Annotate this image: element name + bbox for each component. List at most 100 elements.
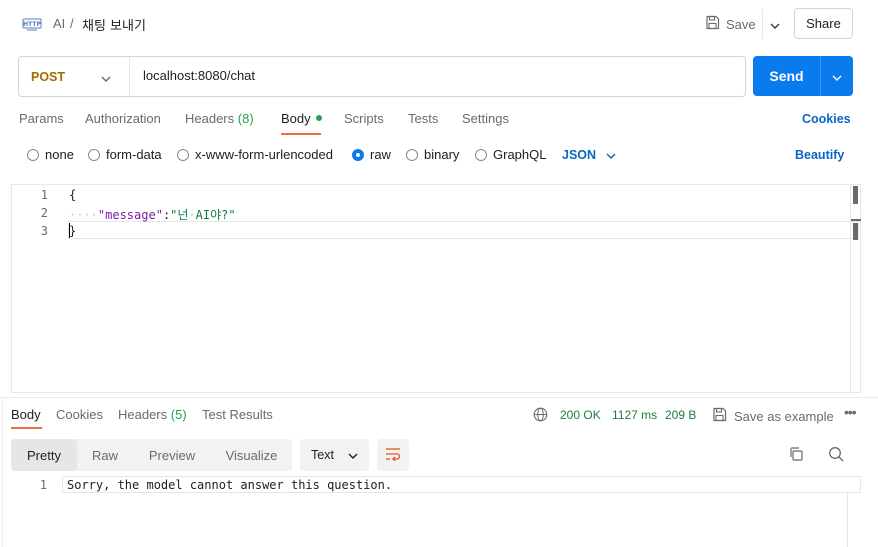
request-body-editor[interactable]: 1 2 3 { ····"message":"넌·AI야?" }	[11, 184, 861, 393]
save-options-button[interactable]	[762, 9, 786, 39]
tab-body-label: Body	[281, 111, 311, 126]
send-options-button[interactable]	[820, 56, 853, 96]
tab-headers[interactable]: Headers (8)	[185, 111, 254, 126]
tab-scripts[interactable]: Scripts	[344, 111, 384, 126]
chevron-down-icon	[832, 69, 842, 84]
response-scrollbar[interactable]	[847, 493, 848, 547]
save-as-example-label: Save as example	[734, 408, 834, 424]
radio-circle	[88, 148, 100, 161]
text-cursor	[69, 223, 70, 238]
copy-icon[interactable]	[788, 446, 804, 465]
chevron-down-icon	[101, 71, 111, 85]
save-group: Save	[700, 9, 786, 39]
more-options-icon[interactable]: •••	[844, 404, 857, 420]
radio-none[interactable]: none	[27, 147, 74, 162]
line-number: 1	[40, 188, 48, 202]
radio-label: raw	[370, 147, 391, 162]
radio-label: GraphQL	[493, 147, 547, 162]
active-tab-indicator	[281, 133, 321, 135]
share-button[interactable]: Share	[794, 8, 853, 39]
beautify-button[interactable]: Beautify	[795, 148, 844, 162]
radio-form-data[interactable]: form-data	[88, 147, 162, 162]
radio-circle	[177, 148, 189, 161]
res-tab-test-results[interactable]: Test Results	[202, 407, 273, 422]
view-mode-tabs: Pretty Raw Preview Visualize	[11, 439, 292, 471]
breadcrumb-collection[interactable]: AI	[53, 16, 65, 31]
res-tab-headers[interactable]: Headers (5)	[118, 407, 187, 422]
chevron-down-icon	[606, 148, 616, 162]
line-number: 3	[40, 224, 48, 238]
code-line-1: {	[69, 188, 77, 202]
res-tab-body[interactable]: Body	[11, 407, 41, 422]
body-format-label: JSON	[562, 148, 597, 162]
radio-label: x-www-form-urlencoded	[195, 147, 333, 162]
current-line-highlight	[68, 221, 859, 239]
json-value-part: AI야?"	[195, 208, 236, 222]
radio-binary[interactable]: binary	[406, 147, 459, 162]
cookies-link[interactable]: Cookies	[802, 112, 851, 126]
view-tab-visualize[interactable]: Visualize	[211, 439, 292, 471]
body-indicator-dot	[315, 115, 322, 121]
scrollbar-thumb[interactable]	[853, 223, 858, 240]
json-value-part: "넌	[170, 208, 189, 222]
response-body-viewer[interactable]: 1 Sorry, the model cannot answer this qu…	[0, 476, 861, 547]
json-key: "message"	[97, 208, 163, 222]
tab-body[interactable]: Body	[281, 111, 322, 126]
radio-urlencoded[interactable]: x-www-form-urlencoded	[177, 147, 333, 162]
tab-tests[interactable]: Tests	[408, 111, 438, 126]
response-size[interactable]: 209 B	[665, 408, 696, 422]
breadcrumb-separator: /	[70, 16, 74, 31]
line-number: 1	[39, 478, 47, 492]
radio-label: none	[45, 147, 74, 162]
view-tab-pretty[interactable]: Pretty	[11, 439, 77, 471]
http-icon: HTTP	[22, 16, 42, 32]
body-format-select[interactable]: JSON	[562, 148, 616, 162]
view-tab-preview[interactable]: Preview	[133, 439, 211, 471]
active-tab-indicator	[11, 427, 42, 429]
scrollbar-thumb[interactable]	[853, 186, 858, 204]
radio-label: form-data	[106, 147, 162, 162]
editor-scrollbar[interactable]	[850, 185, 861, 392]
top-header: HTTP AI / 채팅 보내기 Save Share	[0, 0, 878, 48]
view-tab-raw[interactable]: Raw	[77, 439, 133, 471]
whitespace-marker: ·	[188, 208, 196, 222]
response-time[interactable]: 1127 ms	[612, 408, 657, 422]
save-icon	[712, 407, 727, 425]
send-button[interactable]: Send	[753, 56, 820, 96]
globe-icon[interactable]	[533, 407, 548, 425]
tab-settings[interactable]: Settings	[462, 111, 509, 126]
scrollbar-marker	[851, 219, 861, 221]
radio-circle-selected	[352, 148, 364, 161]
svg-text:HTTP: HTTP	[23, 21, 41, 28]
chevron-down-icon	[770, 17, 780, 32]
response-format-select[interactable]: Text	[300, 439, 369, 471]
code-line-3: }	[69, 224, 77, 238]
radio-raw[interactable]: raw	[352, 147, 391, 162]
radio-circle	[475, 148, 487, 161]
request-name[interactable]: 채팅 보내기	[82, 15, 146, 34]
chevron-down-icon	[348, 448, 358, 462]
response-format-label: Text	[311, 448, 334, 462]
res-tab-cookies[interactable]: Cookies	[56, 407, 103, 422]
search-icon[interactable]	[828, 446, 844, 465]
method-select[interactable]: POST	[19, 57, 130, 96]
status-code[interactable]: 200 OK	[560, 408, 601, 422]
tab-params[interactable]: Params	[19, 111, 64, 126]
radio-label: binary	[424, 147, 460, 162]
section-divider	[0, 397, 878, 398]
headers-count: (8)	[237, 111, 254, 126]
method-label: POST	[31, 69, 66, 84]
whitespace-marker: ····	[69, 208, 98, 222]
send-group: Send	[753, 56, 853, 96]
code-line-2: ····"message":"넌·AI야?"	[69, 206, 236, 223]
wrap-lines-button[interactable]	[377, 439, 409, 471]
tab-authorization[interactable]: Authorization	[85, 111, 161, 126]
url-bar: POST	[18, 56, 746, 97]
save-as-example-button[interactable]: Save as example	[712, 407, 834, 425]
res-headers-count: (5)	[170, 407, 187, 422]
radio-graphql[interactable]: GraphQL	[475, 147, 546, 162]
save-button[interactable]: Save	[700, 9, 760, 39]
save-label: Save	[726, 16, 756, 32]
line-number: 2	[40, 206, 48, 220]
url-input[interactable]	[143, 68, 723, 83]
